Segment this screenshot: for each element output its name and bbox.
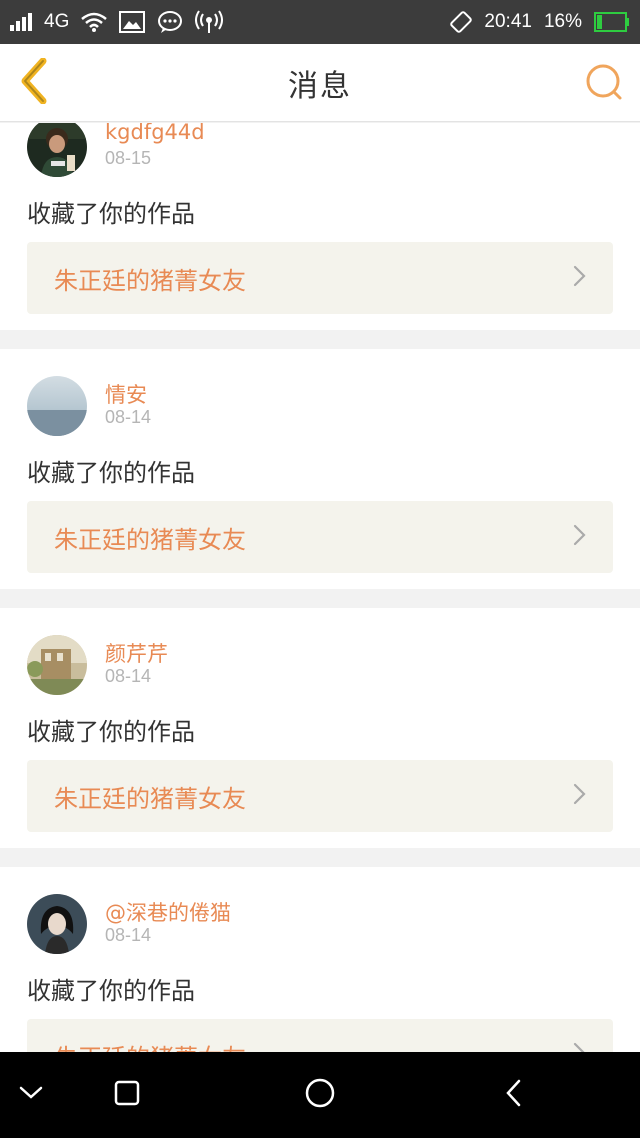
avatar[interactable] [27, 376, 87, 436]
message-card: @深巷的倦猫 08-14 收藏了你的作品 朱正廷的猪菁女友 [0, 867, 640, 1052]
message-date: 08-14 [105, 407, 152, 427]
work-link[interactable]: 朱正廷的猪菁女友 [27, 501, 613, 573]
clock: 20:41 [484, 11, 532, 32]
work-title: 朱正廷的猪菁女友 [54, 1038, 246, 1053]
action-text: 收藏了你的作品 [27, 200, 195, 228]
message-icon [157, 10, 183, 34]
collapse-button[interactable] [8, 1072, 54, 1118]
username[interactable]: kgdfg44d [105, 123, 205, 144]
chevron-left-icon [17, 57, 51, 108]
action-text: 收藏了你的作品 [27, 977, 195, 1005]
system-nav-bar [0, 1052, 640, 1138]
chevron-right-icon [573, 265, 587, 291]
chevron-right-icon [573, 524, 587, 550]
work-link[interactable]: 朱正廷的猪菁女友 [27, 242, 613, 314]
battery-icon [594, 12, 630, 32]
network-type: 4G [44, 11, 70, 32]
username[interactable]: @深巷的倦猫 [105, 897, 231, 927]
action-text: 收藏了你的作品 [27, 459, 195, 487]
status-bar: 4G 20:41 16% [0, 0, 640, 44]
work-link[interactable]: 朱正廷的猪菁女友 [27, 1019, 613, 1052]
header: 消息 [0, 44, 640, 122]
home-icon [304, 1077, 336, 1113]
chevron-right-icon [573, 1042, 587, 1052]
back-nav-button[interactable] [491, 1072, 537, 1118]
message-feed: kgdfg44d 08-15 收藏了你的作品 朱正廷的猪菁女友 情安 08-14… [0, 123, 640, 1052]
username[interactable]: 颜芹芹 [105, 638, 168, 668]
home-button[interactable] [297, 1072, 343, 1118]
search-icon [584, 62, 624, 106]
message-card: kgdfg44d 08-15 收藏了你的作品 朱正廷的猪菁女友 [0, 123, 640, 330]
message-date: 08-15 [105, 148, 152, 168]
work-title: 朱正廷的猪菁女友 [54, 266, 246, 295]
battery-percent: 16% [543, 11, 582, 32]
work-title: 朱正廷的猪菁女友 [54, 784, 246, 813]
username[interactable]: 情安 [105, 379, 147, 409]
wifi-icon [81, 12, 108, 32]
message-date: 08-14 [105, 925, 152, 945]
message-list[interactable]: kgdfg44d 08-15 收藏了你的作品 朱正廷的猪菁女友 情安 08-14… [0, 123, 640, 1052]
search-button[interactable] [582, 62, 626, 106]
avatar[interactable] [27, 894, 87, 954]
chevron-right-icon [573, 783, 587, 809]
message-card: 颜芹芹 08-14 收藏了你的作品 朱正廷的猪菁女友 [0, 608, 640, 848]
avatar[interactable] [27, 123, 87, 177]
recents-button[interactable] [104, 1072, 150, 1118]
action-text: 收藏了你的作品 [27, 718, 195, 746]
avatar[interactable] [27, 635, 87, 695]
rotate-icon [450, 11, 473, 33]
message-date: 08-14 [105, 666, 152, 686]
page-title: 消息 [288, 68, 352, 104]
message-card: 情安 08-14 收藏了你的作品 朱正廷的猪菁女友 [0, 349, 640, 589]
hotspot-icon [195, 10, 224, 34]
back-icon [504, 1078, 524, 1112]
recents-icon [113, 1079, 141, 1111]
work-title: 朱正廷的猪菁女友 [54, 525, 246, 554]
work-link[interactable]: 朱正廷的猪菁女友 [27, 760, 613, 832]
collapse-icon [18, 1085, 44, 1105]
signal-icon [10, 13, 32, 31]
image-icon [119, 11, 146, 33]
back-button[interactable] [14, 57, 54, 108]
